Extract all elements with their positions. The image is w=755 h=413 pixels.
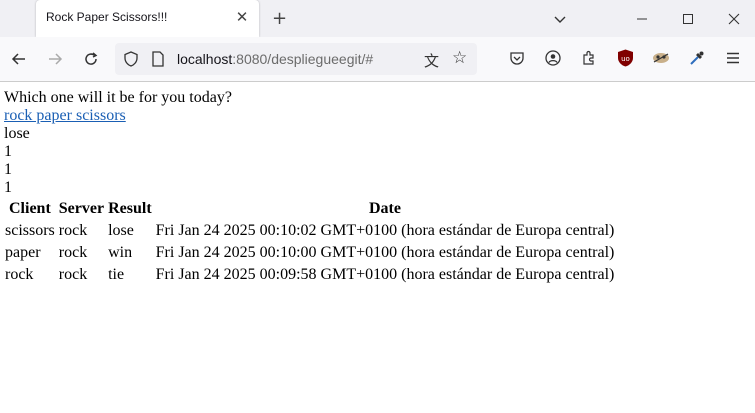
cell-result: lose [108, 222, 134, 239]
close-tab-icon[interactable]: ✕ [233, 8, 251, 26]
minimize-icon[interactable] [622, 0, 662, 37]
extensions-icon[interactable] [581, 50, 597, 71]
header-result: Result [108, 200, 152, 217]
close-window-icon[interactable] [714, 0, 754, 37]
url-text[interactable]: localhost:8080/despliegueegit/# [177, 51, 373, 67]
result-text: lose [4, 125, 30, 142]
count-3: 1 [4, 179, 12, 196]
cell-server: rock [58, 266, 88, 283]
account-icon[interactable] [545, 50, 561, 71]
maximize-icon[interactable] [668, 0, 708, 37]
bookmark-star-icon[interactable]: ☆ [452, 48, 467, 68]
svg-text:uo: uo [621, 55, 630, 63]
cell-result: tie [108, 266, 125, 283]
cell-server: rock [58, 244, 88, 261]
cell-client: rock [5, 266, 34, 283]
table-row: rock rock tie Fri Jan 24 2025 00:09:58 G… [4, 265, 615, 285]
pocket-icon[interactable] [509, 50, 525, 71]
count-1: 1 [4, 143, 12, 160]
navigation-bar: localhost:8080/despliegueegit/# 文 ☆ uo [0, 37, 755, 82]
tab-title: Rock Paper Scissors!!! [46, 10, 168, 24]
url-host: localhost [177, 51, 233, 67]
eyedropper-icon[interactable] [689, 50, 705, 71]
reload-icon[interactable] [81, 49, 101, 69]
header-server: Server [58, 200, 105, 217]
shield-icon[interactable] [123, 51, 139, 72]
translate-icon[interactable]: 文 [424, 50, 439, 71]
menu-hamburger-icon[interactable] [726, 51, 740, 70]
cell-server: rock [58, 222, 88, 239]
table-row: scissors rock lose Fri Jan 24 2025 00:10… [4, 221, 615, 241]
table-row: paper rock win Fri Jan 24 2025 00:10:00 … [4, 243, 615, 263]
forward-arrow-icon[interactable] [45, 49, 65, 69]
page-content: Which one will it be for you today? rock… [0, 82, 755, 413]
table-header-row: Client Server Result Date [4, 199, 615, 219]
prompt-text: Which one will it be for you today? [4, 89, 232, 106]
cell-date: Fri Jan 24 2025 00:09:58 GMT+0100 (hora … [155, 266, 615, 283]
tab-list-chevron-icon[interactable] [540, 0, 580, 37]
header-date: Date [369, 200, 401, 217]
cell-client: paper [5, 244, 41, 261]
ublock-origin-icon[interactable]: uo [617, 49, 634, 72]
url-path: :8080/despliegueegit/# [232, 51, 374, 67]
cell-date: Fri Jan 24 2025 00:10:02 GMT+0100 (hora … [155, 222, 615, 239]
extension-mask-icon[interactable] [652, 50, 670, 71]
tab-bar: Rock Paper Scissors!!! ✕ + [0, 0, 755, 37]
cell-client: scissors [5, 222, 55, 239]
tab-active[interactable]: Rock Paper Scissors!!! ✕ [36, 0, 259, 37]
page-icon[interactable] [151, 51, 165, 72]
cell-result: win [108, 244, 133, 261]
header-client: Client [9, 200, 51, 217]
count-2: 1 [4, 161, 12, 178]
url-bar[interactable]: localhost:8080/despliegueegit/# 文 ☆ [115, 43, 477, 75]
back-arrow-icon[interactable] [9, 49, 29, 69]
cell-date: Fri Jan 24 2025 00:10:00 GMT+0100 (hora … [155, 244, 615, 261]
rock-paper-scissors-link[interactable]: rock paper scissors [4, 107, 126, 124]
new-tab-icon[interactable]: + [272, 8, 287, 29]
history-table: Client Server Result Date scissors rock … [2, 197, 617, 287]
